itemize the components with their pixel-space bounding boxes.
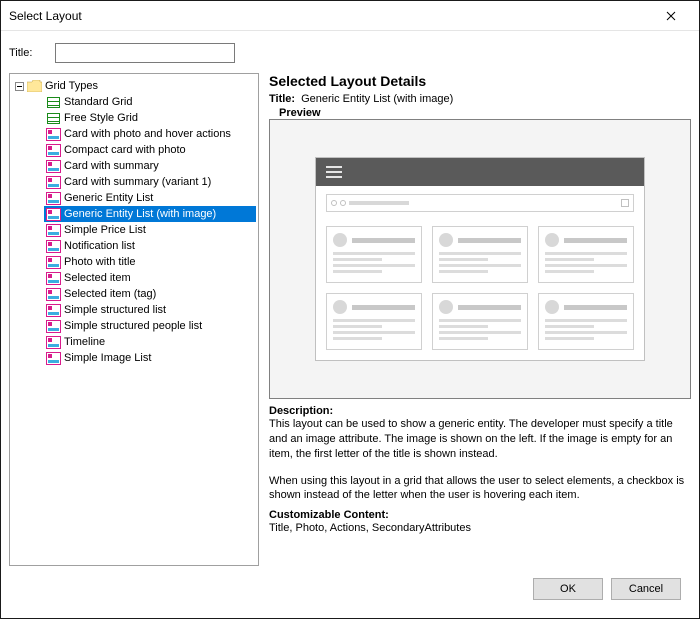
tree-item-label: Selected item (tag) xyxy=(64,288,156,300)
layout-icon xyxy=(46,336,61,349)
tree-item[interactable]: Generic Entity List xyxy=(44,190,256,206)
detail-title-value: Generic Entity List (with image) xyxy=(301,93,453,105)
close-button[interactable] xyxy=(651,2,691,30)
tree-item-label: Simple Price List xyxy=(64,224,146,236)
layout-icon xyxy=(46,256,61,269)
title-filter-input[interactable] xyxy=(55,43,235,63)
tree-item[interactable]: Photo with title xyxy=(44,254,256,270)
tree-item[interactable]: Card with photo and hover actions xyxy=(44,126,256,142)
description-text-2: When using this layout in a grid that al… xyxy=(269,475,684,502)
tree-item[interactable]: Simple Image List xyxy=(44,350,256,366)
detail-title-label: Title: xyxy=(269,93,295,105)
tree-item-label: Simple Image List xyxy=(64,352,151,364)
tree-item-label: Standard Grid xyxy=(64,96,132,108)
tree-item[interactable]: Free Style Grid xyxy=(44,110,256,126)
tree-item[interactable]: Simple structured list xyxy=(44,302,256,318)
tree-item-label: Free Style Grid xyxy=(64,112,138,124)
layout-icon xyxy=(46,144,61,157)
description-label: Description: xyxy=(269,405,691,417)
tree-root-item[interactable]: Grid Types xyxy=(12,78,256,94)
layout-icon xyxy=(46,208,61,221)
tree-item-label: Generic Entity List (with image) xyxy=(64,208,216,220)
tree-item[interactable]: Card with summary (variant 1) xyxy=(44,174,256,190)
select-layout-dialog: Select Layout Title: Grid Types Standard … xyxy=(0,0,700,619)
tree-item[interactable]: Card with summary xyxy=(44,158,256,174)
tree-item-label: Card with photo and hover actions xyxy=(64,128,231,140)
tree-item-label: Card with summary (variant 1) xyxy=(64,176,211,188)
main-area: Grid Types Standard Grid Free Style Grid Ca… xyxy=(9,73,691,566)
tree-item-label: Compact card with photo xyxy=(64,144,186,156)
details-heading: Selected Layout Details xyxy=(269,73,691,89)
preview-label: Preview xyxy=(279,107,691,119)
description-text-1: This layout can be used to show a generi… xyxy=(269,418,673,460)
titlebar: Select Layout xyxy=(1,1,699,31)
tree-item-label: Photo with title xyxy=(64,256,136,268)
detail-title-row: Title: Generic Entity List (with image) xyxy=(269,93,691,105)
layout-icon xyxy=(46,240,61,253)
customizable-label: Customizable Content: xyxy=(269,509,691,521)
tree-toggle-icon[interactable] xyxy=(14,81,25,92)
grid-icon xyxy=(46,112,61,125)
hamburger-icon xyxy=(326,166,342,178)
tree-item-label: Notification list xyxy=(64,240,135,252)
grid-icon xyxy=(46,96,61,109)
window-title: Select Layout xyxy=(9,9,651,23)
layout-icon xyxy=(46,224,61,237)
button-row: OK Cancel xyxy=(9,572,691,610)
layout-tree-panel[interactable]: Grid Types Standard Grid Free Style Grid Ca… xyxy=(9,73,259,566)
layout-icon xyxy=(46,320,61,333)
tree-item-label: Simple structured list xyxy=(64,304,166,316)
tree-item-label: Card with summary xyxy=(64,160,159,172)
layout-icon xyxy=(46,192,61,205)
folder-icon xyxy=(27,80,42,93)
tree-item[interactable]: Selected item xyxy=(44,270,256,286)
cancel-button[interactable]: Cancel xyxy=(611,578,681,600)
dialog-content: Title: Grid Types Standard Grid Free Style… xyxy=(1,31,699,618)
tree-item[interactable]: Simple structured people list xyxy=(44,318,256,334)
title-filter-row: Title: xyxy=(9,39,691,67)
tree-item[interactable]: Simple Price List xyxy=(44,222,256,238)
tree-item[interactable]: Generic Entity List (with image) xyxy=(44,206,256,222)
preview-area xyxy=(269,119,691,399)
customizable-block: Customizable Content: Title, Photo, Acti… xyxy=(269,509,691,536)
layout-icon xyxy=(46,128,61,141)
ok-button[interactable]: OK xyxy=(533,578,603,600)
tree-item[interactable]: Timeline xyxy=(44,334,256,350)
layout-icon xyxy=(46,352,61,365)
tree-item[interactable]: Standard Grid xyxy=(44,94,256,110)
layout-icon xyxy=(46,304,61,317)
tree-item-label: Timeline xyxy=(64,336,105,348)
title-filter-label: Title: xyxy=(9,47,47,59)
details-panel: Selected Layout Details Title: Generic E… xyxy=(269,73,691,566)
layout-icon xyxy=(46,288,61,301)
layout-icon xyxy=(46,160,61,173)
tree-item[interactable]: Selected item (tag) xyxy=(44,286,256,302)
tree-item-label: Selected item xyxy=(64,272,131,284)
layout-icon xyxy=(46,176,61,189)
description-block: Description: This layout can be used to … xyxy=(269,405,691,503)
customizable-text: Title, Photo, Actions, SecondaryAttribut… xyxy=(269,522,471,534)
tree-item-label: Simple structured people list xyxy=(64,320,202,332)
layout-icon xyxy=(46,272,61,285)
close-icon xyxy=(666,11,676,21)
tree-item[interactable]: Compact card with photo xyxy=(44,142,256,158)
preview-wireframe xyxy=(315,157,645,361)
tree-root-label: Grid Types xyxy=(45,80,98,92)
tree-item-label: Generic Entity List xyxy=(64,192,153,204)
tree-item[interactable]: Notification list xyxy=(44,238,256,254)
